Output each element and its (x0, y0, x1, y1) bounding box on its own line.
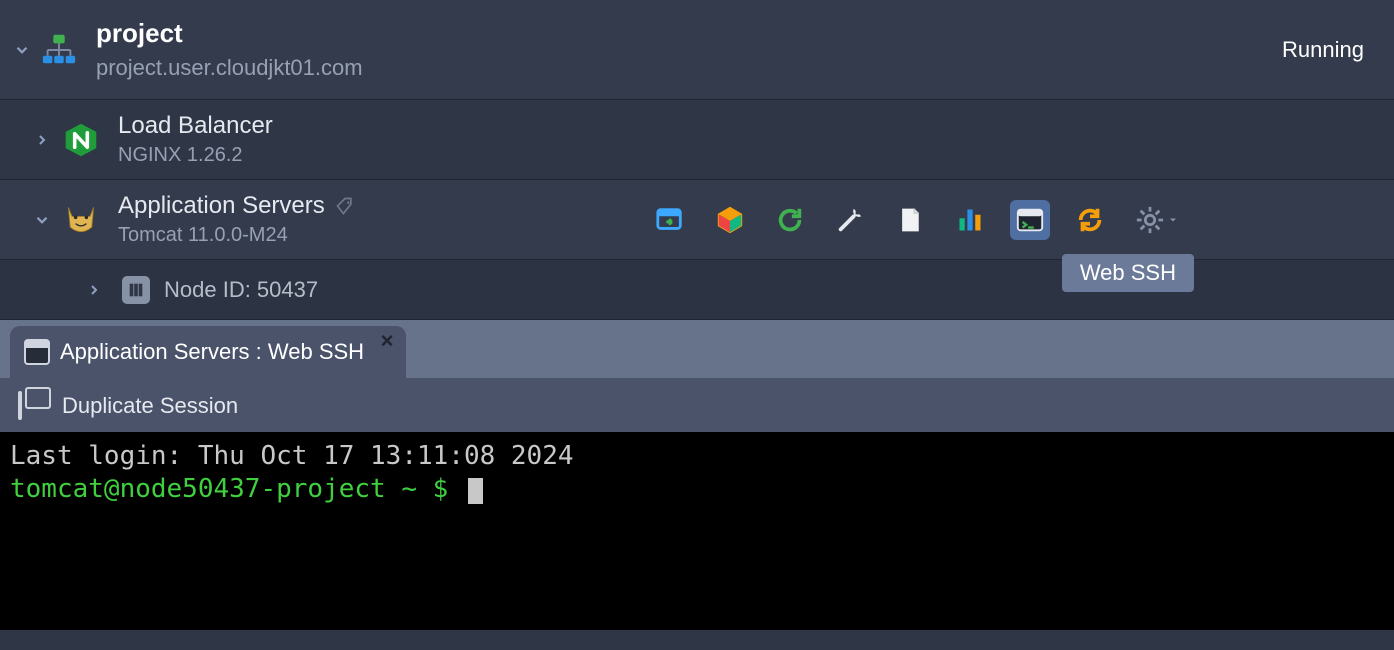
web-ssh-tooltip: Web SSH (1062, 254, 1194, 292)
chevron-right-icon[interactable] (80, 276, 108, 304)
layer-toolbar: Web SSH (650, 200, 1394, 240)
config-button[interactable] (830, 200, 870, 240)
tab-bar: Application Servers : Web SSH × (0, 320, 1394, 380)
restart-button[interactable] (770, 200, 810, 240)
tomcat-icon (62, 201, 100, 239)
settings-button[interactable] (1130, 200, 1184, 240)
duplicate-session-button[interactable]: Duplicate Session (62, 393, 238, 419)
statistics-button[interactable] (950, 200, 990, 240)
terminal[interactable]: Last login: Thu Oct 17 13:11:08 2024 tom… (0, 432, 1394, 630)
log-button[interactable] (890, 200, 930, 240)
close-icon[interactable]: × (376, 330, 398, 352)
web-ssh-button[interactable] (1010, 200, 1050, 240)
session-toolbar: Duplicate Session (0, 380, 1394, 432)
chevron-down-icon[interactable] (8, 36, 36, 64)
cursor-icon (468, 478, 483, 504)
layer-row-app-servers[interactable]: Application Servers Tomcat 11.0.0-M24 (0, 180, 1394, 260)
environment-domain[interactable]: project.user.cloudjkt01.com (96, 55, 363, 81)
tab-label: Application Servers : Web SSH (60, 339, 364, 365)
container-icon (122, 276, 150, 304)
layer-row-load-balancer[interactable]: Load Balancer NGINX 1.26.2 (0, 100, 1394, 180)
layer-subtitle: Tomcat 11.0.0-M24 (118, 224, 355, 247)
layer-title: Load Balancer (118, 112, 273, 140)
duplicate-icon (18, 391, 22, 420)
tab-web-ssh[interactable]: Application Servers : Web SSH × (10, 326, 406, 378)
environment-row: project project.user.cloudjkt01.com Runn… (0, 0, 1394, 100)
layer-subtitle: NGINX 1.26.2 (118, 144, 273, 167)
chevron-down-icon[interactable] (28, 206, 56, 234)
node-id: Node ID: 50437 (164, 277, 318, 303)
tag-icon[interactable] (335, 196, 355, 216)
nginx-icon (62, 121, 100, 159)
open-in-browser-button[interactable] (650, 200, 690, 240)
terminal-icon (24, 339, 50, 365)
environment-icon (40, 31, 78, 69)
addons-button[interactable] (710, 200, 750, 240)
redeploy-button[interactable] (1070, 200, 1110, 240)
chevron-right-icon[interactable] (28, 126, 56, 154)
layer-title: Application Servers (118, 192, 325, 220)
environment-status: Running (1282, 37, 1364, 63)
terminal-line-lastlogin: Last login: Thu Oct 17 13:11:08 2024 (10, 440, 1384, 473)
environment-name: project (96, 18, 363, 49)
terminal-prompt: tomcat@node50437-project ~ $ (10, 474, 464, 504)
